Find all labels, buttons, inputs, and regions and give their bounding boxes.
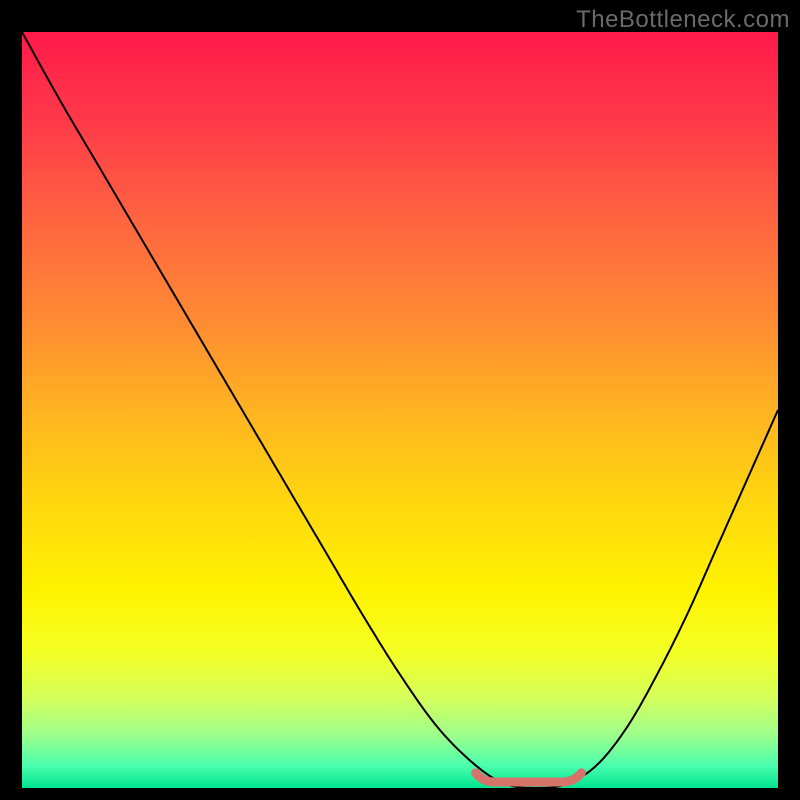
plot-area [22, 32, 778, 778]
watermark-text: TheBottleneck.com [576, 6, 790, 34]
bottleneck-marker [22, 32, 778, 788]
chart-frame: TheBottleneck.com [0, 0, 800, 800]
